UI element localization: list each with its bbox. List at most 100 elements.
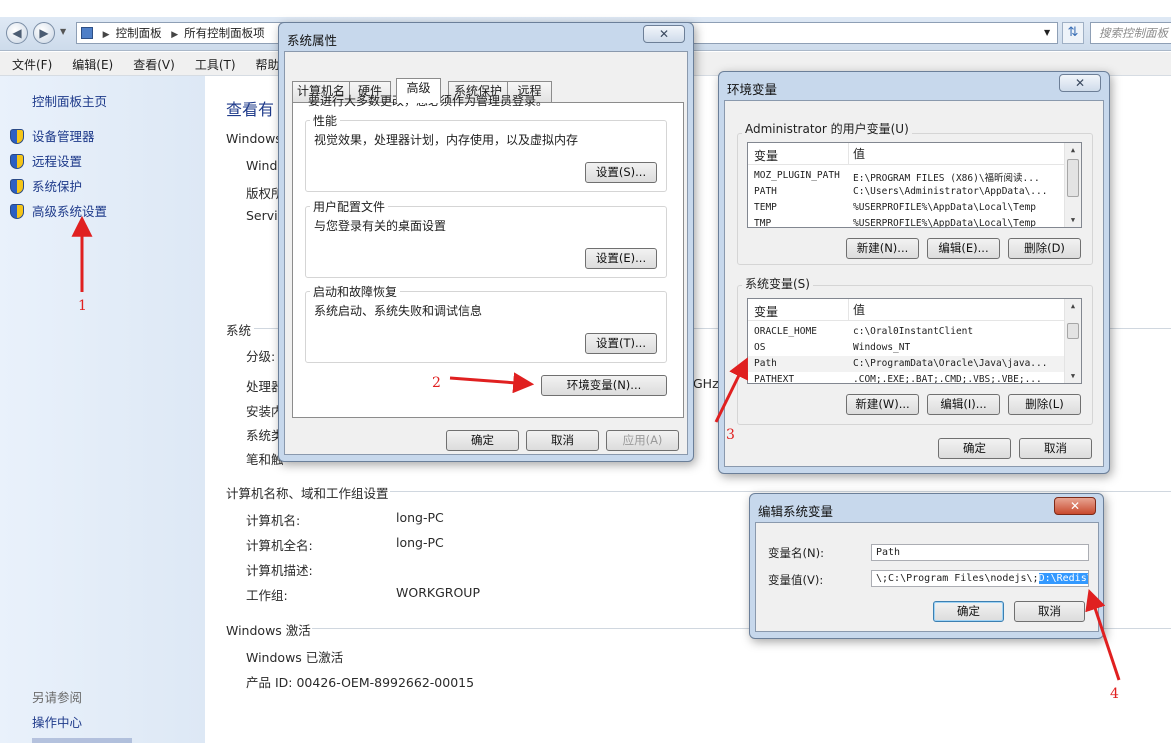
list-item[interactable]: OS Windows_NT: [748, 340, 1066, 356]
top-strip: [0, 0, 1171, 17]
control-panel-icon: [81, 27, 93, 39]
list-item[interactable]: PATHEXT .COM;.EXE;.BAT;.CMD;.VBS;.VBE;...: [748, 372, 1066, 384]
scrollbar[interactable]: ▲ ▼: [1064, 143, 1081, 227]
sidebar-item-remote-settings[interactable]: 远程设置: [10, 151, 82, 170]
computer-row-value: long-PC: [396, 510, 444, 525]
sidebar-item-label: 远程设置: [32, 154, 83, 169]
list-item[interactable]: PATH C:\Users\Administrator\AppData\...: [748, 184, 1066, 200]
more-links-cut: [32, 738, 132, 743]
column-header-value[interactable]: 值: [848, 299, 865, 321]
cancel-button[interactable]: 取消: [1019, 438, 1092, 459]
environment-variables-button[interactable]: 环境变量(N)...: [541, 375, 667, 396]
address-dropdown-icon[interactable]: ▼: [1044, 28, 1050, 37]
sidebar-item-device-manager[interactable]: 设备管理器: [10, 126, 95, 145]
system-delete-button[interactable]: 删除(L): [1008, 394, 1081, 415]
scroll-thumb[interactable]: [1067, 323, 1079, 339]
scroll-down-icon[interactable]: ▼: [1065, 213, 1081, 227]
annotation-label-2: 2: [432, 375, 441, 391]
ok-button[interactable]: 确定: [446, 430, 519, 451]
breadcrumb-item[interactable]: 所有控制面板项: [184, 26, 265, 40]
refresh-icon[interactable]: ⇅: [1062, 22, 1084, 44]
chevron-down-icon[interactable]: ▼: [60, 27, 66, 36]
system-edit-button[interactable]: 编辑(I)...: [927, 394, 1000, 415]
environment-variables-dialog: 环境变量 ✕ Administrator 的用户变量(U) 变量 值 MOZ_P…: [718, 71, 1110, 474]
startup-recovery-label: 启动和故障恢复: [310, 283, 401, 300]
dialog-title: 编辑系统变量: [758, 504, 834, 519]
back-button[interactable]: ◀: [6, 22, 28, 44]
variable-value-field[interactable]: \;C:\Program Files\nodejs\;D:\Redis\: [871, 570, 1089, 587]
user-edit-button[interactable]: 编辑(E)...: [927, 238, 1000, 259]
system-variables-list[interactable]: 变量 值 ORACLE_HOME c:\Oral0InstantClient OS…: [747, 298, 1082, 384]
user-variables-list[interactable]: 变量 值 MOZ_PLUGIN_PATH E:\PROGRAM FILES (X8…: [747, 142, 1082, 228]
cancel-button[interactable]: 取消: [1014, 601, 1085, 622]
variable-value-label: 变量值(V):: [768, 573, 824, 587]
performance-settings-button[interactable]: 设置(S)...: [585, 162, 657, 183]
user-profile-label: 用户配置文件: [310, 198, 389, 215]
menu-view[interactable]: 查看(V): [121, 52, 183, 73]
sidebar-item-label: 系统保护: [32, 179, 83, 194]
list-item-selected[interactable]: Path C:\ProgramData\Oracle\Java\java...: [748, 356, 1066, 372]
close-icon[interactable]: ✕: [1059, 74, 1101, 92]
computer-row-label: 计算机描述:: [246, 563, 313, 578]
ok-button[interactable]: 确定: [933, 601, 1004, 622]
scrollbar[interactable]: ▲ ▼: [1064, 299, 1081, 383]
column-header-value[interactable]: 值: [848, 143, 865, 165]
startup-settings-button[interactable]: 设置(T)...: [585, 333, 657, 354]
system-new-button[interactable]: 新建(W)...: [846, 394, 919, 415]
windows-edition-header: Windows: [226, 131, 282, 146]
action-center-link[interactable]: 操作中心: [32, 712, 82, 731]
var-name: PATHEXT: [754, 374, 795, 384]
scroll-up-icon[interactable]: ▲: [1065, 143, 1081, 157]
system-line: 分级:: [246, 349, 276, 364]
menu-file[interactable]: 文件(F): [0, 52, 60, 73]
search-input[interactable]: 搜索控制面板: [1090, 22, 1171, 44]
var-value: .COM;.EXE;.BAT;.CMD;.VBS;.VBE;...: [853, 374, 1042, 384]
list-item[interactable]: MOZ_PLUGIN_PATH E:\PROGRAM FILES (X86)\福昕…: [748, 168, 1066, 184]
system-properties-dialog: 系统属性 ✕ 计算机名 硬件 高级 系统保护 远程 要进行大多数更改，您必须作为…: [278, 22, 694, 462]
cancel-button[interactable]: 取消: [526, 430, 599, 451]
scroll-thumb[interactable]: [1067, 159, 1079, 197]
computer-row-value: long-PC: [396, 535, 444, 550]
list-item[interactable]: TEMP %USERPROFILE%\AppData\Local\Temp: [748, 200, 1066, 216]
annotation-label-3: 3: [726, 427, 735, 443]
user-profile-desc: 与您登录有关的桌面设置: [314, 219, 447, 233]
user-delete-button[interactable]: 删除(D): [1008, 238, 1081, 259]
var-name: MOZ_PLUGIN_PATH: [754, 170, 840, 181]
divider: [390, 491, 1171, 492]
var-value: C:\Users\Administrator\AppData\...: [853, 186, 1048, 197]
forward-button[interactable]: ▶: [33, 22, 55, 44]
ok-button[interactable]: 确定: [938, 438, 1011, 459]
breadcrumb-item[interactable]: 控制面板: [116, 26, 162, 40]
variable-name-field[interactable]: Path: [871, 544, 1089, 561]
close-icon[interactable]: ✕: [1054, 497, 1096, 515]
sidebar-item-system-protection[interactable]: 系统保护: [10, 176, 82, 195]
computer-name-header: 计算机名称、域和工作组设置: [226, 486, 389, 501]
control-panel-home-link[interactable]: 控制面板主页: [32, 91, 107, 110]
menu-edit[interactable]: 编辑(E): [60, 52, 121, 73]
var-value: C:\ProgramData\Oracle\Java\java...: [853, 358, 1048, 369]
processor-speed-unit: GHz: [693, 376, 719, 391]
scroll-up-icon[interactable]: ▲: [1065, 299, 1081, 313]
annotation-label-1: 1: [78, 298, 87, 314]
close-icon[interactable]: ✕: [643, 25, 685, 43]
performance-desc: 视觉效果，处理器计划，内存使用，以及虚拟内存: [314, 133, 579, 147]
annotation-label-4: 4: [1110, 686, 1119, 702]
shield-icon: [10, 179, 24, 194]
sidebar-item-advanced-settings[interactable]: 高级系统设置: [10, 201, 107, 220]
menu-tools[interactable]: 工具(T): [183, 52, 244, 73]
list-item[interactable]: ORACLE_HOME c:\Oral0InstantClient: [748, 324, 1066, 340]
product-id: 产品 ID: 00426-OEM-8992662-00015: [246, 675, 475, 690]
variable-value-text: \;C:\Program Files\nodejs\;: [876, 573, 1039, 584]
shield-icon: [10, 204, 24, 219]
user-profile-settings-button[interactable]: 设置(E)...: [585, 248, 657, 269]
var-value: Windows_NT: [853, 342, 911, 353]
activation-status: Windows 已激活: [246, 650, 344, 665]
apply-button[interactable]: 应用(A): [606, 430, 679, 451]
column-header-variable[interactable]: 变量: [754, 147, 778, 164]
var-name: TMP: [754, 218, 772, 228]
user-new-button[interactable]: 新建(N)...: [846, 238, 919, 259]
tab-advanced[interactable]: 高级: [396, 78, 441, 103]
column-header-variable[interactable]: 变量: [754, 303, 778, 320]
scroll-down-icon[interactable]: ▼: [1065, 369, 1081, 383]
list-item[interactable]: TMP %USERPROFILE%\AppData\Local\Temp: [748, 216, 1066, 228]
